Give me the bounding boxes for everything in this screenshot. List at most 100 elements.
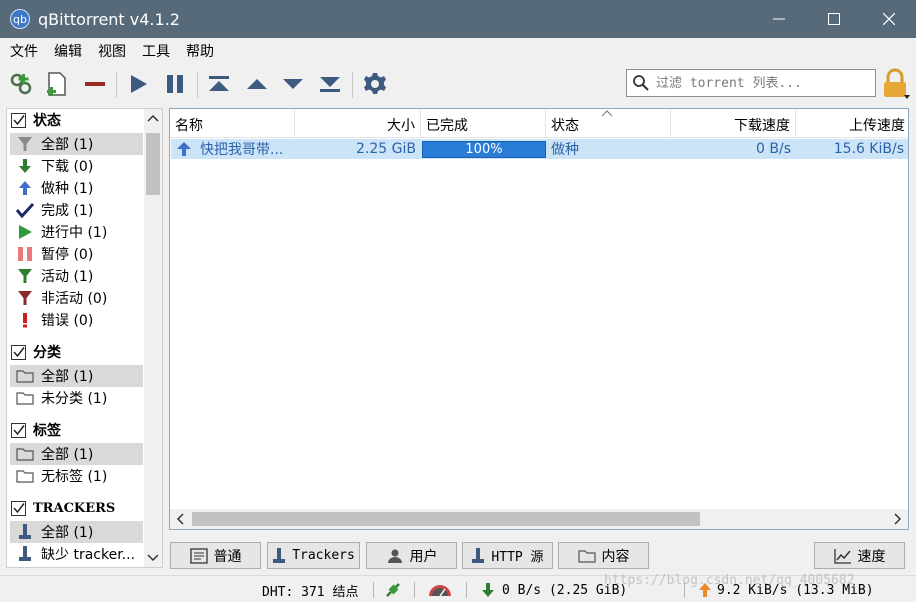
checkbox-checked-icon [11,112,26,128]
tag-untagged[interactable]: 无标签 (1) [10,465,143,487]
tracker-trackerless[interactable]: 缺少 tracker... [10,543,143,565]
plug-icon [386,583,400,597]
speed-chart-icon [833,548,852,564]
connection-status-button[interactable] [383,580,403,600]
status-running[interactable]: 进行中 (1) [10,221,143,243]
play-green-icon [15,222,35,242]
trackers-section-header[interactable]: TRACKERS [11,497,115,519]
category-section-header[interactable]: 分类 [11,341,61,363]
move-bottom-icon [320,77,340,92]
gear-icon [364,73,386,94]
search-icon [633,75,649,91]
torrent-row[interactable]: 快把我哥带... 2.25 GiB 100% 做种 0 B/s 15.6 KiB… [171,139,908,159]
http-source-icon [471,547,485,565]
menu-view[interactable]: 视图 [90,41,134,61]
torrent-status: 做种 [551,142,579,158]
column-header-upload-speed[interactable]: 上传速度 [796,109,908,138]
tracker-server-icon [272,547,286,565]
folder-icon [15,366,35,386]
status-paused[interactable]: 暂停 (0) [10,243,143,265]
tab-trackers[interactable]: Trackers [267,542,360,569]
menu-tools[interactable]: 工具 [134,41,178,61]
torrent-progress-text: 100% [465,142,503,157]
alt-speed-limits-button[interactable] [427,580,453,600]
sidebar-scrollbar[interactable] [144,109,162,567]
status-all[interactable]: 全部 (1) [10,133,143,155]
status-completed[interactable]: 完成 (1) [10,199,143,221]
menu-help[interactable]: 帮助 [178,41,222,61]
status-header-label: 状态 [33,113,61,129]
column-header-name[interactable]: 名称 [170,109,295,138]
category-all[interactable]: 全部 (1) [10,365,143,387]
user-icon [386,548,404,564]
tab-peers[interactable]: 用户 [366,542,457,569]
watermark: https://blog.csdn.net/qq_4005682 [604,573,855,588]
exclamation-icon [15,310,35,330]
column-header-progress[interactable]: 已完成 [421,109,546,138]
filter-input[interactable] [656,75,866,91]
lock-button[interactable] [880,68,910,100]
move-up-button[interactable] [240,68,274,100]
window-title: qBittorrent v4.1.2 [38,9,180,29]
tab-speed[interactable]: 速度 [814,542,905,569]
add-file-icon [47,72,66,96]
tracker-error-icon [15,566,35,567]
checkbox-checked-icon [11,500,26,516]
lock-icon [884,68,910,99]
status-seeding[interactable]: 做种 (1) [10,177,143,199]
status-active[interactable]: 活动 (1) [10,265,143,287]
title-bar: qb qBittorrent v4.1.2 [0,0,916,38]
seeding-upload-icon [177,142,191,156]
folder-icon [577,549,596,563]
tab-content[interactable]: 内容 [558,542,649,569]
options-button[interactable] [358,68,392,100]
maximize-icon [827,13,840,25]
sort-ascending-icon [601,110,613,117]
close-icon [882,13,895,25]
move-top-button[interactable] [202,68,236,100]
torrent-download-speed: 0 B/s [756,141,791,157]
tag-section-header[interactable]: 标签 [11,419,61,441]
checkbox-checked-icon [11,422,26,438]
move-bottom-button[interactable] [313,68,347,100]
filter-grey-icon [15,134,35,154]
window-controls [751,0,916,38]
tracker-all[interactable]: 全部 (1) [10,521,143,543]
close-button[interactable] [861,0,916,38]
sidebar-scroll-thumb[interactable] [146,133,160,195]
tab-general[interactable]: 普通 [170,542,261,569]
category-uncategorized[interactable]: 未分类 (1) [10,387,143,409]
checkmark-icon [15,200,35,220]
transfer-list-hscrollbar[interactable] [170,509,908,529]
filter-search-box[interactable] [626,69,876,97]
menu-edit[interactable]: 编辑 [46,41,90,61]
checkbox-checked-icon [11,344,26,360]
tag-all[interactable]: 全部 (1) [10,443,143,465]
status-downloading[interactable]: 下载 (0) [10,155,143,177]
move-down-button[interactable] [276,68,310,100]
add-torrent-file-button[interactable] [40,68,74,100]
chevron-right-icon [894,513,902,525]
category-header-label: 分类 [33,345,61,361]
hscroll-thumb[interactable] [192,512,700,526]
status-errored[interactable]: 错误 (0) [10,309,143,331]
maximize-button[interactable] [806,0,861,38]
tab-http-sources[interactable]: HTTP 源 [462,542,553,569]
add-torrent-link-button[interactable] [4,68,38,100]
remove-torrent-button[interactable] [78,68,112,100]
download-arrow-icon [15,156,35,176]
tracker-error[interactable]: 错误 [10,565,143,567]
status-inactive[interactable]: 非活动 (0) [10,287,143,309]
tracker-server-icon [15,544,35,564]
folder-icon [15,444,35,464]
column-header-download-speed[interactable]: 下载速度 [671,109,796,138]
remove-icon [85,82,105,86]
resume-button[interactable] [121,68,155,100]
pause-button[interactable] [158,68,192,100]
status-section-header[interactable]: 状态 [11,109,61,131]
minimize-button[interactable] [751,0,806,38]
pause-red-icon [15,244,35,264]
column-header-size[interactable]: 大小 [295,109,421,138]
dht-nodes: DHT: 371 结点 [262,584,359,600]
menu-file[interactable]: 文件 [2,41,46,61]
